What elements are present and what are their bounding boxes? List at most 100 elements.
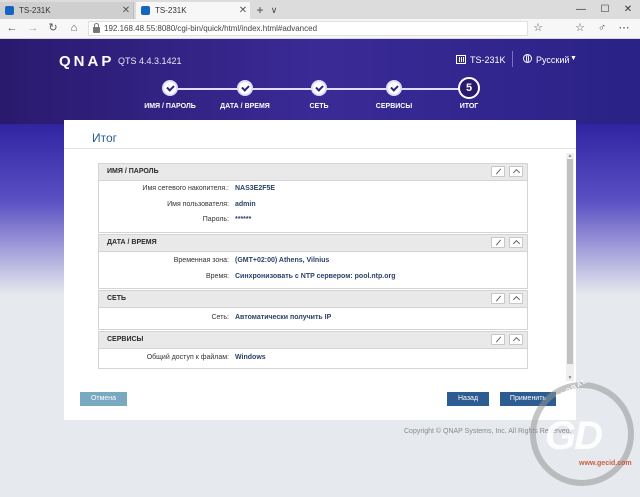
section-date-time: ДАТА / ВРЕМЯ Временная зона: (GMT+02:00)…	[98, 234, 528, 289]
step-4-check-icon	[386, 80, 402, 96]
scrollbar-thumb[interactable]	[567, 159, 573, 364]
edit-button[interactable]	[491, 334, 505, 345]
summary-row: Имя пользователя: admin	[99, 201, 529, 213]
row-label: Имя сетевого накопителя.:	[142, 185, 229, 192]
summary-row: Сеть: Автоматически получить IP	[99, 314, 529, 326]
favorite-star-icon[interactable]: ☆	[530, 20, 546, 36]
summary-row: Пароль: ******	[99, 216, 529, 228]
qnap-logo: QNAP	[59, 53, 115, 70]
pencil-icon	[495, 295, 501, 302]
step-2-check-icon	[237, 80, 253, 96]
close-tab-icon[interactable]: ✕	[236, 5, 250, 16]
section-header: ИМЯ / ПАРОЛЬ	[99, 164, 527, 181]
row-label: Время:	[205, 273, 229, 280]
language-select[interactable]: Русский	[536, 55, 569, 65]
browser-tab-title: TS-231K	[19, 6, 51, 15]
step-3-check-icon	[311, 80, 327, 96]
section-title: ДАТА / ВРЕМЯ	[107, 239, 157, 246]
chevron-up-icon	[512, 239, 520, 248]
summary-row: Временная зона: (GMT+02:00) Athens, Viln…	[99, 257, 529, 269]
globe-icon[interactable]	[523, 54, 532, 63]
section-title: СЕРВИСЫ	[107, 336, 144, 343]
summary-row: Общий доступ к файлам: Windows	[99, 354, 529, 366]
row-label: Временная зона:	[173, 257, 229, 264]
home-icon[interactable]: ⌂	[66, 20, 82, 36]
chevron-up-icon	[512, 295, 520, 304]
summary-scroll-area[interactable]: ИМЯ / ПАРОЛЬ Имя сетевого накопителя.: N…	[98, 153, 576, 381]
new-tab-button[interactable]: +	[253, 2, 267, 19]
browser-tab-1[interactable]: TS-231K ✕	[0, 2, 134, 19]
qnap-favicon-icon	[5, 6, 14, 15]
watermark-big-text: GD	[545, 414, 603, 458]
cancel-button[interactable]: Отмена	[80, 392, 127, 406]
nas-device-icon	[456, 55, 466, 64]
minimize-icon[interactable]: —	[570, 0, 592, 19]
section-network: СЕТЬ Сеть: Автоматически получить IP	[98, 290, 528, 330]
refresh-icon[interactable]: ↻	[45, 20, 61, 36]
collapse-button[interactable]	[509, 166, 523, 177]
pencil-icon	[495, 168, 501, 175]
step-label-network: СЕТЬ	[309, 103, 329, 110]
section-services: СЕРВИСЫ Общий доступ к файлам: Windows	[98, 331, 528, 369]
pencil-icon	[495, 336, 501, 343]
chevron-up-icon	[512, 168, 520, 177]
row-value: admin	[235, 201, 256, 208]
browser-tab-2[interactable]: TS-231K ✕	[136, 2, 250, 19]
device-name: TS-231K	[470, 55, 506, 65]
row-value: ******	[235, 216, 252, 223]
title-divider	[64, 148, 576, 149]
row-label: Сеть:	[211, 314, 229, 321]
edit-button[interactable]	[491, 166, 505, 177]
section-title: ИМЯ / ПАРОЛЬ	[107, 168, 159, 175]
qnap-favicon-icon	[141, 6, 150, 15]
page-title: Итог	[92, 131, 118, 145]
header-divider	[512, 51, 513, 67]
row-value: Windows	[235, 354, 266, 361]
row-label: Общий доступ к файлам:	[146, 354, 229, 361]
collapse-button[interactable]	[509, 334, 523, 345]
step-5-current: 5	[458, 77, 480, 99]
chevron-up-icon	[512, 336, 520, 345]
browser-tab-bar: TS-231K ✕ TS-231K ✕ + ∨ — ☐ ✕	[0, 0, 640, 19]
row-value: Синхронизовать с NTP сервером: pool.ntp.…	[235, 273, 396, 280]
close-window-icon[interactable]: ✕	[617, 0, 639, 19]
favorites-bar-icon[interactable]: ☆	[572, 20, 588, 36]
collapse-button[interactable]	[509, 293, 523, 304]
row-value: (GMT+02:00) Athens, Vilnius	[235, 257, 330, 264]
edit-button[interactable]	[491, 237, 505, 248]
more-menu-icon[interactable]: ⋯	[616, 20, 632, 36]
tab-list-button[interactable]: ∨	[267, 2, 281, 19]
back-arrow-icon[interactable]: ←	[4, 20, 20, 36]
summary-row: Имя сетевого накопителя.: NAS3E2F5E	[99, 185, 529, 197]
step-1-check-icon	[162, 80, 178, 96]
lock-icon	[93, 23, 100, 33]
step-label-name-password: ИМЯ / ПАРОЛЬ	[144, 103, 196, 110]
step-label-services: СЕРВИСЫ	[375, 103, 413, 110]
url-field[interactable]: 192.168.48.55:8080/cgi-bin/quick/html/in…	[88, 21, 528, 36]
edit-button[interactable]	[491, 293, 505, 304]
chevron-down-icon[interactable]: ▼	[570, 55, 577, 62]
maximize-icon[interactable]: ☐	[594, 0, 616, 19]
collapse-button[interactable]	[509, 237, 523, 248]
section-header: СЕТЬ	[99, 291, 527, 308]
section-header: СЕРВИСЫ	[99, 332, 527, 349]
qts-version: QTS 4.4.3.1421	[118, 56, 182, 66]
step-label-summary: ИТОГ	[459, 103, 479, 110]
section-name-password: ИМЯ / ПАРОЛЬ Имя сетевого накопителя.: N…	[98, 163, 528, 233]
pencil-icon	[495, 239, 501, 246]
browser-tab-title: TS-231K	[155, 6, 187, 15]
row-value: NAS3E2F5E	[235, 185, 276, 192]
scroll-down-icon[interactable]: ▼	[566, 375, 574, 381]
url-text: 192.168.48.55:8080/cgi-bin/quick/html/in…	[104, 24, 318, 33]
watermark-site-text: www.gecid.com	[579, 460, 632, 467]
share-icon[interactable]: ♂	[594, 20, 610, 36]
close-tab-icon[interactable]: ✕	[119, 5, 133, 16]
summary-row: Время: Синхронизовать с NTP сервером: po…	[99, 273, 529, 285]
row-label: Имя пользователя:	[167, 201, 229, 208]
row-label: Пароль:	[202, 216, 229, 223]
row-value: Автоматически получить IP	[235, 314, 332, 321]
address-toolbar: ← → ↻ ⌂ 192.168.48.55:8080/cgi-bin/quick…	[0, 19, 640, 39]
back-button[interactable]: Назад	[447, 392, 489, 406]
forward-arrow-icon[interactable]: →	[25, 20, 41, 36]
card-footer-area	[64, 412, 576, 420]
